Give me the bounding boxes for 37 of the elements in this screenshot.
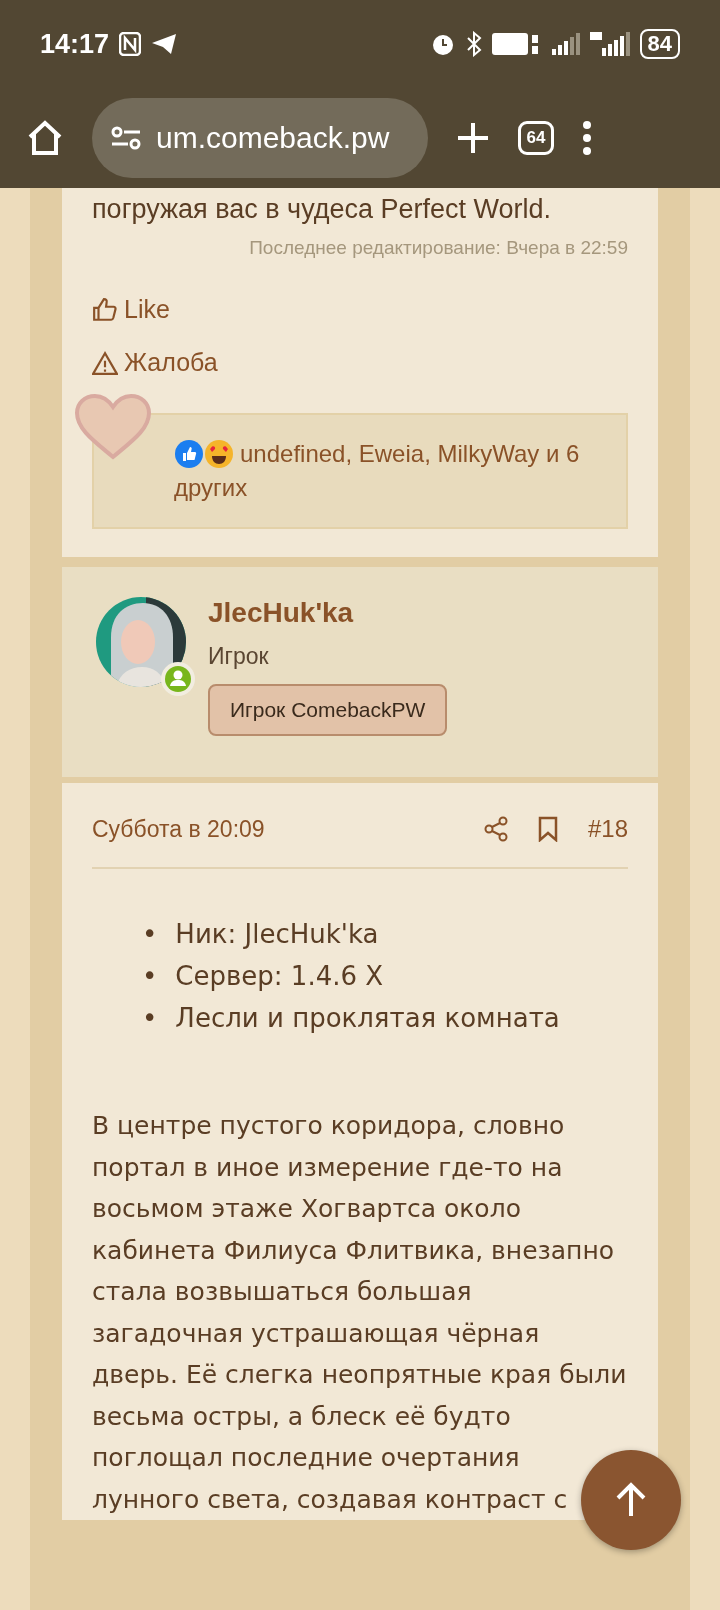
- list-item: Лесли и проклятая комната: [175, 1002, 560, 1035]
- signal-icon: [589, 30, 630, 58]
- post-date[interactable]: Суббота в 20:09: [92, 815, 454, 843]
- bullet: •: [142, 960, 158, 993]
- post-text: погружая вас в чудеса Perfect World.: [92, 193, 553, 225]
- list-item: Сервер: 1.4.6 X: [175, 960, 384, 993]
- menu-icon[interactable]: [582, 120, 592, 156]
- post-number[interactable]: #18: [587, 815, 628, 843]
- thumbs-up-icon: [92, 296, 118, 323]
- author-name[interactable]: JlecHuk'ka: [208, 597, 448, 629]
- warning-icon: [92, 350, 118, 375]
- author-role: Игрок: [208, 643, 270, 670]
- tab-count[interactable]: 64: [518, 121, 554, 155]
- signal-icon: [551, 31, 580, 57]
- bullet: •: [142, 1002, 158, 1035]
- reactions-text[interactable]: undefined, Eweia, MilkyWay и 6 других: [174, 437, 596, 505]
- post-paragraph: В центре пустого коридора, словно портал в иное измерение где-то на восьмом этаже Хогвартса около кабинета Филиуса Флитвика, внезапно стала возвышаться большая загадочная устрашающая чёрная дверь. Её слегка неопрятные края были весьма остры, а блеск её будто поглощал последние очертания лунного света, создавая контраст с: [92, 1110, 628, 1516]
- list-item: Ник: JlecHuk'ka: [175, 918, 379, 951]
- bluetooth-icon: [465, 31, 482, 57]
- thumbs-up-icon: [174, 439, 204, 469]
- address-bar[interactable]: um.comeback.pw: [92, 98, 428, 178]
- report-button[interactable]: Жалоба: [92, 348, 218, 377]
- user-badge: Игрок ComebackPW: [208, 684, 448, 736]
- plus-icon[interactable]: [456, 121, 490, 155]
- edit-note: Последнее редактирование: Вчера в 22:59: [248, 237, 628, 259]
- clock-time: 14:17: [40, 28, 110, 60]
- nfc-icon: [119, 32, 142, 56]
- paper-plane-icon: [151, 33, 178, 55]
- bookmark-icon[interactable]: [537, 816, 558, 842]
- battery-level: 84: [639, 29, 680, 59]
- home-icon[interactable]: [26, 119, 64, 157]
- heart-eyes-emoji-icon: [204, 439, 234, 469]
- arrow-up-icon: [614, 1482, 648, 1518]
- site-settings-icon[interactable]: [110, 125, 142, 151]
- like-button[interactable]: Like: [92, 295, 170, 324]
- bullet: •: [142, 918, 158, 951]
- share-icon[interactable]: [483, 816, 508, 842]
